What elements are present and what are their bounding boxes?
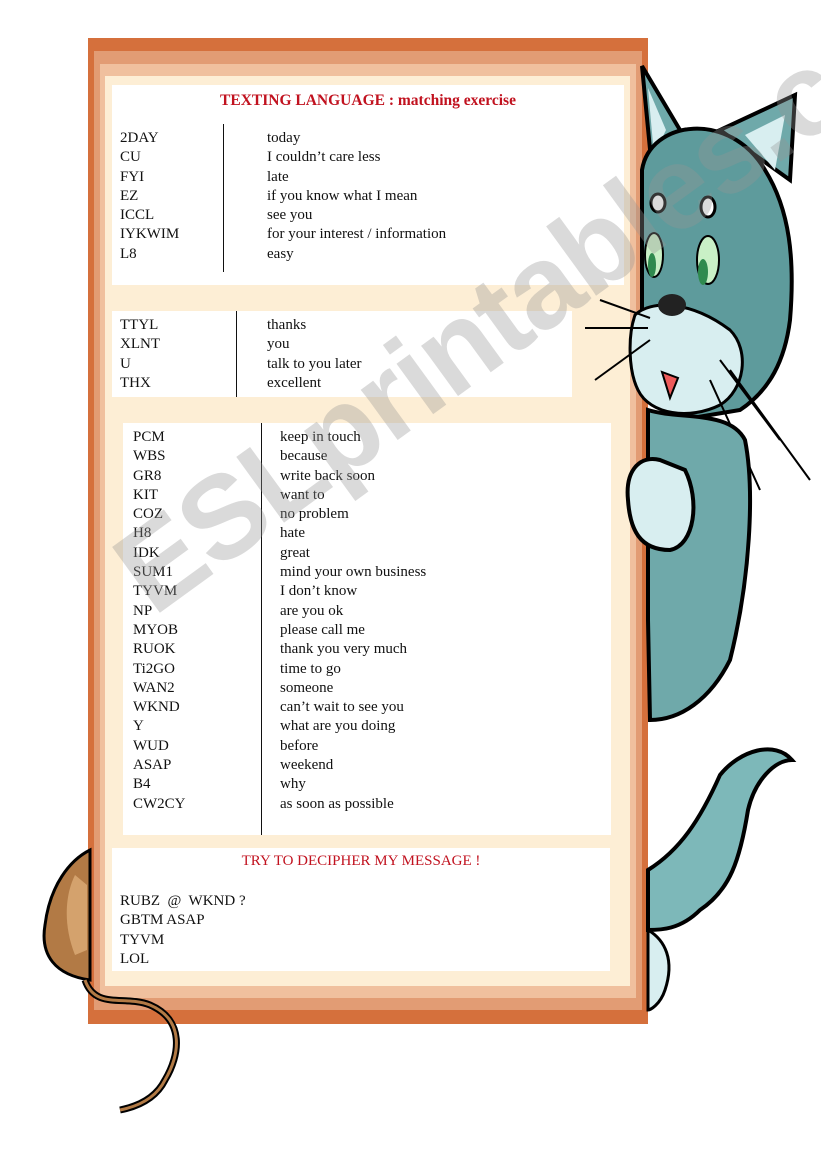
abbreviation: WBS — [133, 448, 166, 465]
abbreviation: L8 — [120, 245, 137, 262]
meaning: thanks — [267, 317, 307, 333]
meaning: please call me — [280, 621, 365, 638]
meaning: for your interest / information — [267, 226, 447, 243]
abbreviation: FYI — [120, 168, 145, 185]
meaning: if you know what I mean — [267, 187, 418, 204]
cat-pupil-right — [698, 259, 708, 285]
abbreviation: NP — [133, 602, 153, 619]
meaning: weekend — [280, 757, 334, 774]
abbreviation-column: PCM WBS GR8 KIT COZ H8 IDK SUM1 TYVM NP … — [133, 428, 186, 814]
meaning: I couldn’t care less — [267, 149, 381, 166]
column-divider — [261, 423, 262, 835]
cat-tail — [646, 747, 797, 933]
cat-nose — [658, 294, 686, 316]
meaning: excellent — [267, 374, 322, 391]
meaning: write back soon — [280, 467, 375, 484]
abbreviation: THX — [120, 374, 151, 391]
cat-eyebrow-left — [649, 192, 667, 214]
column-divider — [223, 124, 224, 272]
cat-body — [646, 407, 752, 723]
abbreviation: ICCL — [120, 207, 155, 224]
abbreviation: Ti2GO — [133, 660, 175, 677]
meaning-column: today I couldn’t care less late if you k… — [267, 129, 446, 264]
meaning: want to — [280, 486, 325, 503]
meaning: before — [280, 737, 319, 754]
meaning-column: thanks you talk to you later excellent — [267, 316, 362, 393]
meaning: someone — [280, 679, 334, 696]
abbreviation: KIT — [133, 486, 158, 503]
abbreviation-column: TTYL XLNT U THX — [120, 316, 160, 393]
abbreviation: H8 — [133, 525, 152, 542]
abbreviation: 2DAY — [120, 130, 159, 146]
abbreviation: IDK — [133, 544, 160, 561]
meaning: thank you very much — [280, 641, 408, 658]
abbreviation: RUOK — [133, 641, 176, 658]
abbreviation: MYOB — [133, 621, 179, 638]
meaning: I don’t know — [280, 583, 358, 600]
meaning-column: keep in touch because write back soon wa… — [280, 428, 426, 814]
worksheet-title: TEXTING LANGUAGE : matching exercise — [220, 92, 516, 109]
abbreviation: WUD — [133, 737, 169, 754]
meaning: because — [280, 448, 328, 465]
meaning: as soon as possible — [280, 795, 394, 812]
mouse-illustration — [42, 847, 180, 1114]
abbreviation: IYKWIM — [120, 226, 180, 243]
meaning: today — [267, 130, 301, 146]
meaning: no problem — [280, 506, 349, 523]
column-divider — [236, 311, 237, 397]
meaning: great — [280, 544, 310, 561]
abbreviation: ASAP — [133, 757, 172, 774]
abbreviation: SUM1 — [133, 564, 174, 581]
meaning: see you — [267, 207, 313, 224]
abbreviation: CW2CY — [133, 795, 186, 812]
abbreviation: TTYL — [120, 317, 159, 333]
meaning: you — [267, 336, 290, 353]
meaning: are you ok — [280, 602, 344, 619]
abbreviation: U — [120, 355, 131, 372]
meaning: easy — [267, 245, 294, 262]
abbreviation: B4 — [133, 776, 151, 793]
meaning: hate — [280, 525, 305, 542]
abbreviation: WAN2 — [133, 679, 175, 696]
abbreviation: PCM — [133, 429, 165, 445]
abbreviation: CU — [120, 149, 141, 166]
cat-lower-paw — [646, 927, 671, 1012]
abbreviation: Y — [133, 718, 144, 735]
abbreviation: TYVM — [133, 583, 178, 600]
cat-eyebrow-right — [699, 195, 717, 219]
cat-pupil-left — [648, 253, 656, 277]
section-2-table: TTYL XLNT U THX thanks you talk to you l… — [112, 311, 572, 397]
meaning: why — [280, 776, 306, 793]
meaning: mind your own business — [280, 564, 427, 581]
mouse-tail-outline — [81, 978, 180, 1114]
meaning: time to go — [280, 660, 341, 677]
cat-paw — [625, 457, 696, 553]
abbreviation: EZ — [120, 187, 139, 204]
meaning: talk to you later — [267, 355, 362, 372]
meaning: can’t wait to see you — [280, 699, 404, 716]
abbreviation: WKND — [133, 699, 180, 716]
abbreviation-column: 2DAY CU FYI EZ ICCL IYKWIM L8 — [120, 129, 179, 264]
meaning: what are you doing — [280, 718, 396, 735]
cat-illustration — [585, 64, 811, 1012]
meaning: late — [267, 168, 289, 185]
section-3-table: PCM WBS GR8 KIT COZ H8 IDK SUM1 TYVM NP … — [123, 423, 611, 835]
section-1-table: TEXTING LANGUAGE : matching exercise 2DA… — [112, 85, 624, 285]
abbreviation: GR8 — [133, 467, 162, 484]
abbreviation: COZ — [133, 506, 163, 523]
meaning: keep in touch — [280, 429, 361, 445]
abbreviation: XLNT — [120, 336, 160, 353]
